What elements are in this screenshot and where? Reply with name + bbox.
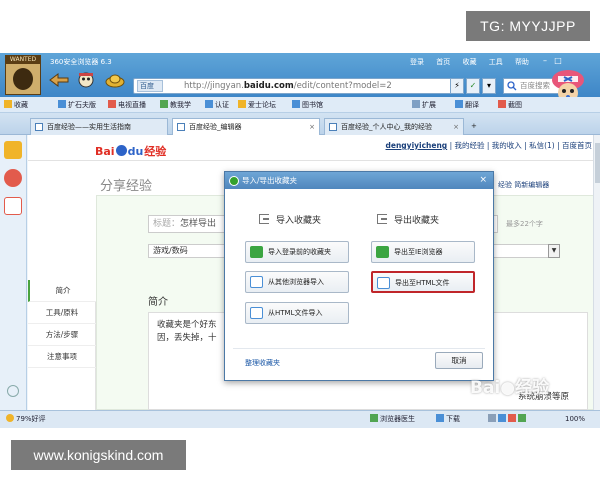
export-icon (377, 214, 387, 224)
dialog-layer: 导入/导出收藏夹 × 导入收藏夹 导出收藏夹 导入登录前的收藏夹 从其他浏览器导… (0, 53, 600, 428)
import-from-html-button[interactable]: 从HTML文件导入 (245, 302, 349, 324)
export-to-html-button[interactable]: 导出至HTML文件 (371, 271, 475, 293)
import-icon (250, 246, 263, 258)
close-icon[interactable]: × (479, 172, 487, 189)
site-watermark: www.konigskind.com (11, 440, 186, 470)
browser-window: WANTED 360安全浏览器 6.3 登录 首页 收藏 工具 帮助 – □ 百… (0, 53, 600, 428)
screenshot-stage: TG: MYYJJPP WANTED 360安全浏览器 6.3 登录 首页 收藏… (0, 0, 600, 480)
import-from-login-button[interactable]: 导入登录前的收藏夹 (245, 241, 349, 263)
dialog-header: 导入/导出收藏夹 × (225, 172, 493, 189)
import-heading: 导入收藏夹 (259, 213, 321, 226)
import-from-browser-button[interactable]: 从其他浏览器导入 (245, 271, 349, 293)
import-export-dialog: 导入/导出收藏夹 × 导入收藏夹 导出收藏夹 导入登录前的收藏夹 从其他浏览器导… (224, 171, 494, 381)
dialog-title: 导入/导出收藏夹 (242, 176, 298, 185)
baidu-watermark: Bai●经验 (470, 378, 550, 398)
telegram-watermark: TG: MYYJJPP (466, 11, 590, 41)
export-heading: 导出收藏夹 (377, 213, 439, 226)
organize-favorites-link[interactable]: 整理收藏夹 (245, 358, 280, 368)
export-to-ie-button[interactable]: 导出至IE浏览器 (371, 241, 475, 263)
window-icon (250, 276, 263, 288)
browser-logo-icon (229, 176, 239, 186)
export-icon (376, 246, 389, 258)
import-icon (259, 214, 269, 224)
cancel-button[interactable]: 取消 (435, 352, 483, 369)
divider (233, 348, 485, 349)
html-file-icon (377, 277, 390, 289)
html-file-icon (250, 307, 263, 319)
